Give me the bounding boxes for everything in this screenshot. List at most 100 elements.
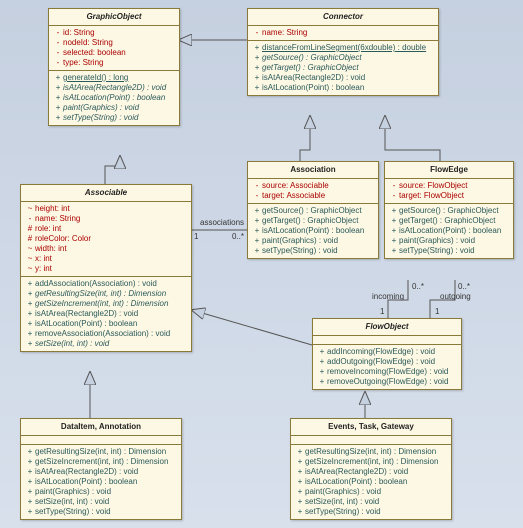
member-row: +isAtLocation(Point) : boolean xyxy=(389,226,509,236)
operations-section: +distanceFromLineSegment(6xdouble) : dou… xyxy=(248,41,438,95)
member-row: +getTarget() : GraphicObject xyxy=(389,216,509,226)
member-row: +setType(String) : void xyxy=(53,113,175,123)
member-row: +getResultingSize(int, int) : Dimension xyxy=(295,447,447,457)
attributes-section xyxy=(21,436,181,445)
class-title: Association xyxy=(248,162,378,179)
member-row: +paint(Graphics) : void xyxy=(53,103,175,113)
member-row: +removeIncoming(FlowEdge) : void xyxy=(317,367,457,377)
member-row: +isAtArea(Rectangle2D) : void xyxy=(25,467,177,477)
operations-section: +generateId() : long+isAtArea(Rectangle2… xyxy=(49,71,179,125)
member-row: +isAtLocation(Point) : boolean xyxy=(25,477,177,487)
member-row: +removeAssociation(Association) : void xyxy=(25,329,187,339)
member-row: -name: String xyxy=(252,28,434,38)
member-row: ~height: int xyxy=(25,204,187,214)
member-row: +isAtLocation(Point) : boolean xyxy=(295,477,447,487)
label-mult-one: 1 xyxy=(435,307,439,316)
class-title: GraphicObject xyxy=(49,9,179,26)
member-row: +getResultingSize(int, int) : Dimension xyxy=(25,447,177,457)
member-row: -source: Associable xyxy=(252,181,374,191)
operations-section: +addIncoming(FlowEdge) : void+addOutgoin… xyxy=(313,345,461,389)
member-row: -selected: boolean xyxy=(53,48,175,58)
member-row: +getSizeIncrement(int, int) : Dimension xyxy=(295,457,447,467)
label-outgoing: outgoing xyxy=(440,292,471,301)
attributes-section: ~height: int-name: String#role: int#role… xyxy=(21,202,191,277)
class-connector: Connector -name: String +distanceFromLin… xyxy=(247,8,439,96)
member-row: +distanceFromLineSegment(6xdouble) : dou… xyxy=(252,43,434,53)
member-row: +getResultingSize(int, int) : Dimension xyxy=(25,289,187,299)
class-flowedge: FlowEdge -source: FlowObject-target: Flo… xyxy=(384,161,514,259)
class-title: Events, Task, Gateway xyxy=(291,419,451,436)
attributes-section xyxy=(291,436,451,445)
member-row: +removeOutgoing(FlowEdge) : void xyxy=(317,377,457,387)
member-row: +isAtArea(Rectangle2D) : void xyxy=(25,309,187,319)
class-graphicobject: GraphicObject -id: String-nodeId: String… xyxy=(48,8,180,126)
member-row: +addAssociation(Association) : void xyxy=(25,279,187,289)
member-row: +setType(String) : void xyxy=(389,246,509,256)
attributes-section xyxy=(313,336,461,345)
member-row: +addIncoming(FlowEdge) : void xyxy=(317,347,457,357)
label-mult-one: 1 xyxy=(194,232,198,241)
member-row: +isAtLocation(Point) : boolean xyxy=(252,226,374,236)
label-mult-zerostar: 0..* xyxy=(412,282,424,291)
member-row: +paint(Graphics) : void xyxy=(389,236,509,246)
member-row: +getTarget() : GraphicObject xyxy=(252,63,434,73)
attributes-section: -source: FlowObject-target: FlowObject xyxy=(385,179,513,204)
member-row: +paint(Graphics) : void xyxy=(295,487,447,497)
member-row: -nodeId: String xyxy=(53,38,175,48)
member-row: +addOutgoing(FlowEdge) : void xyxy=(317,357,457,367)
class-association: Association -source: Associable-target: … xyxy=(247,161,379,259)
label-associations: associations xyxy=(200,218,244,227)
class-flowobject: FlowObject +addIncoming(FlowEdge) : void… xyxy=(312,318,462,390)
member-row: #role: int xyxy=(25,224,187,234)
operations-section: +addAssociation(Association) : void+getR… xyxy=(21,277,191,351)
member-row: +isAtLocation(Point) : boolean xyxy=(25,319,187,329)
class-events-task-gateway: Events, Task, Gateway +getResultingSize(… xyxy=(290,418,452,520)
member-row: -name: String xyxy=(25,214,187,224)
attributes-section: -id: String-nodeId: String-selected: boo… xyxy=(49,26,179,71)
member-row: #roleColor: Color xyxy=(25,234,187,244)
class-dataitem-annotation: DataItem, Annotation +getResultingSize(i… xyxy=(20,418,182,520)
member-row: +getSource() : GraphicObject xyxy=(389,206,509,216)
member-row: +setSize(int, int) : void xyxy=(295,497,447,507)
member-row: +isAtArea(Rectangle2D) : void xyxy=(53,83,175,93)
member-row: +generateId() : long xyxy=(53,73,175,83)
class-title: FlowObject xyxy=(313,319,461,336)
operations-section: +getResultingSize(int, int) : Dimension+… xyxy=(291,445,451,519)
member-row: ~width: int xyxy=(25,244,187,254)
operations-section: +getSource() : GraphicObject+getTarget()… xyxy=(385,204,513,258)
label-mult-zerostar: 0..* xyxy=(458,282,470,291)
member-row: +isAtArea(Rectangle2D) : void xyxy=(295,467,447,477)
attributes-section: -name: String xyxy=(248,26,438,41)
class-associable: Associable ~height: int-name: String#rol… xyxy=(20,184,192,352)
member-row: +paint(Graphics) : void xyxy=(25,487,177,497)
attributes-section: -source: Associable-target: Associable xyxy=(248,179,378,204)
label-incoming: incoming xyxy=(372,292,404,301)
member-row: +isAtLocation(Point) : boolean xyxy=(53,93,175,103)
member-row: +setType(String) : void xyxy=(25,507,177,517)
member-row: +setSize(int, int) : void xyxy=(25,497,177,507)
member-row: +setType(String) : void xyxy=(295,507,447,517)
member-row: -id: String xyxy=(53,28,175,38)
member-row: -target: FlowObject xyxy=(389,191,509,201)
member-row: -type: String xyxy=(53,58,175,68)
operations-section: +getSource() : GraphicObject+getTarget()… xyxy=(248,204,378,258)
member-row: +isAtLocation(Point) : boolean xyxy=(252,83,434,93)
member-row: -target: Associable xyxy=(252,191,374,201)
member-row: +isAtArea(Rectangle2D) : void xyxy=(252,73,434,83)
member-row: +getSource() : GraphicObject xyxy=(252,53,434,63)
member-row: +getSizeIncrement(int, int) : Dimension xyxy=(25,299,187,309)
class-title: Connector xyxy=(248,9,438,26)
member-row: ~x: int xyxy=(25,254,187,264)
operations-section: +getResultingSize(int, int) : Dimension+… xyxy=(21,445,181,519)
class-title: DataItem, Annotation xyxy=(21,419,181,436)
member-row: +setType(String) : void xyxy=(252,246,374,256)
member-row: +getSource() : GraphicObject xyxy=(252,206,374,216)
member-row: ~y: int xyxy=(25,264,187,274)
member-row: +setSize(int, int) : void xyxy=(25,339,187,349)
label-mult-zerostar: 0..* xyxy=(232,232,244,241)
member-row: +getSizeIncrement(int, int) : Dimension xyxy=(25,457,177,467)
class-title: FlowEdge xyxy=(385,162,513,179)
member-row: -source: FlowObject xyxy=(389,181,509,191)
class-title: Associable xyxy=(21,185,191,202)
member-row: +paint(Graphics) : void xyxy=(252,236,374,246)
